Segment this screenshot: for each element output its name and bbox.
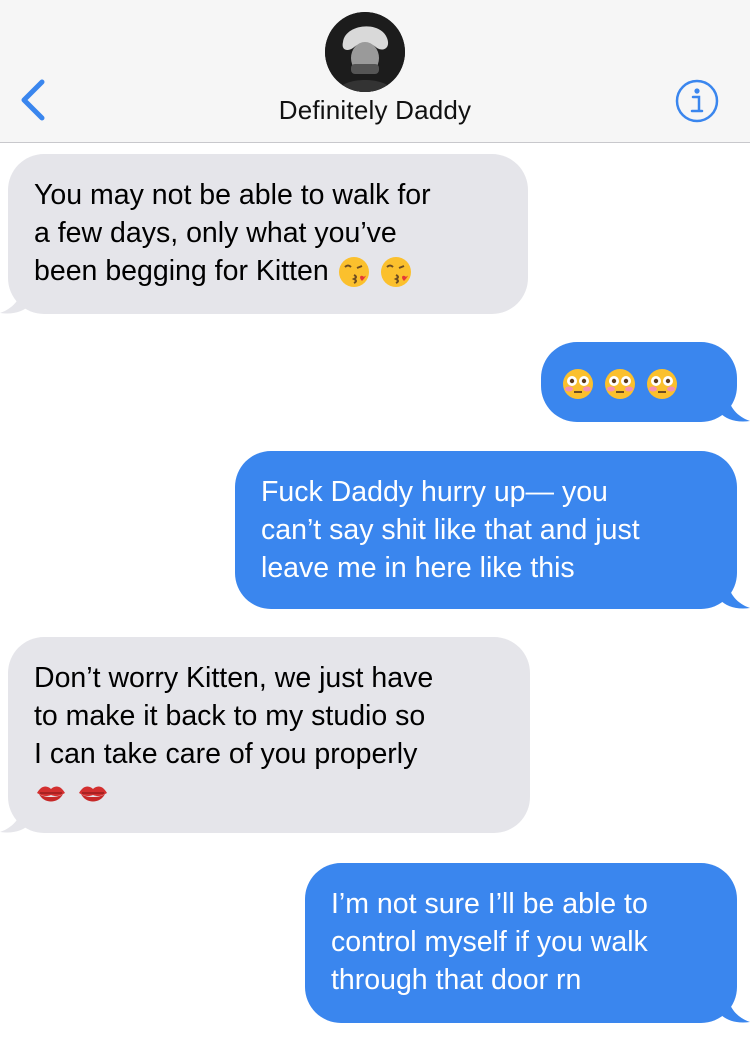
kissing-heart-emoji	[338, 257, 369, 288]
received-message-bubble[interactable]: Don’t worry Kitten, we just have to make…	[8, 637, 530, 833]
message-text-line: You may not be able to walk for	[34, 179, 431, 211]
message-text-line: Fuck Daddy hurry up— you	[261, 476, 608, 508]
bubble-tail	[0, 804, 30, 833]
message-text-line: can’t say shit like that and just	[261, 514, 640, 546]
info-circle-icon[interactable]	[674, 78, 720, 124]
message-text-line: a few days, only what you’ve	[34, 217, 397, 249]
sent-message-bubble[interactable]: Fuck Daddy hurry up— you can’t say shit …	[235, 451, 737, 609]
kissing-heart-emoji	[380, 257, 411, 288]
bubble-tail	[720, 580, 750, 609]
message-text-line: I can take care of you properly	[34, 738, 418, 770]
conversation-header: Definitely Daddy	[0, 0, 750, 143]
received-message-bubble[interactable]: You may not be able to walk for a few da…	[8, 154, 528, 314]
sent-message-bubble[interactable]	[541, 342, 737, 422]
message-emoji-line	[34, 773, 504, 811]
message-text-line: leave me in here like this	[261, 552, 575, 584]
bubble-tail	[720, 994, 750, 1023]
message-text-line: Don’t worry Kitten, we just have	[34, 662, 434, 694]
contact-avatar[interactable]	[325, 12, 405, 92]
bubble-tail	[0, 285, 30, 314]
flushed-face-emoji	[647, 369, 677, 400]
message-text-line: through that door rn	[331, 964, 582, 996]
sent-message-bubble[interactable]: I’m not sure I’ll be able to control mys…	[305, 863, 737, 1023]
message-thread: You may not be able to walk for a few da…	[0, 143, 750, 1040]
kiss-mark-emoji	[79, 786, 107, 802]
kiss-mark-emoji	[37, 786, 65, 802]
contact-name[interactable]: Definitely Daddy	[0, 95, 750, 126]
message-text-line: been begging for Kitten	[34, 252, 502, 290]
flushed-face-emoji	[563, 369, 593, 400]
message-text-line: I’m not sure I’ll be able to	[331, 888, 648, 920]
message-text-line: to make it back to my studio so	[34, 700, 426, 732]
bubble-tail	[720, 393, 750, 422]
flushed-face-emoji	[605, 369, 635, 400]
message-text-line: control myself if you walk	[331, 926, 648, 958]
